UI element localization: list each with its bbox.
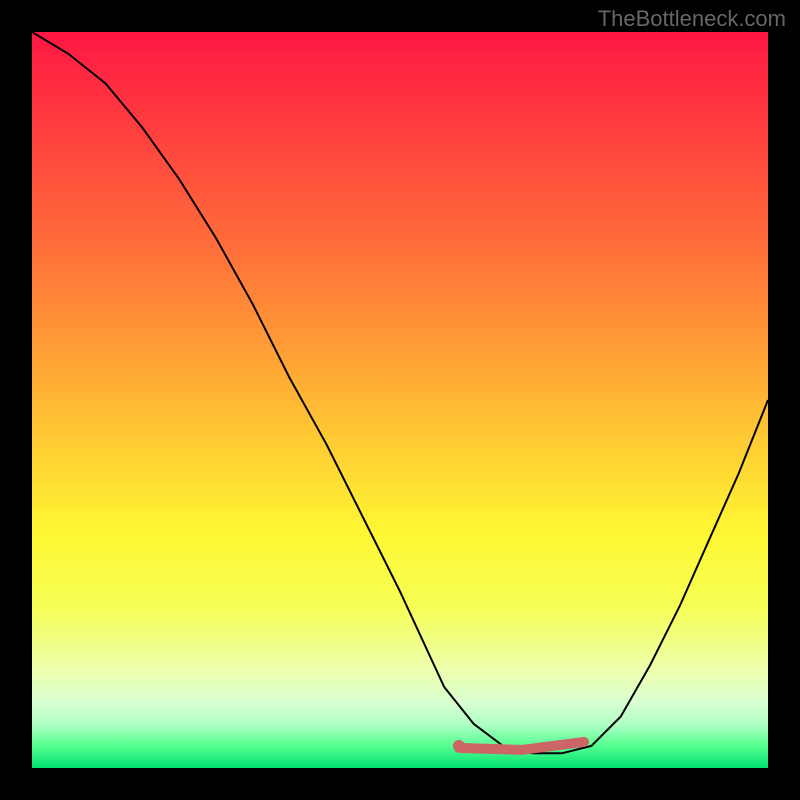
plateau-marker-dot — [453, 740, 465, 752]
curve-overlay — [32, 32, 768, 768]
plot-area — [32, 32, 768, 768]
plateau-marker-path — [459, 742, 584, 750]
chart-container: TheBottleneck.com — [0, 0, 800, 800]
watermark-text: TheBottleneck.com — [598, 6, 786, 32]
bottleneck-curve-path — [32, 32, 768, 753]
